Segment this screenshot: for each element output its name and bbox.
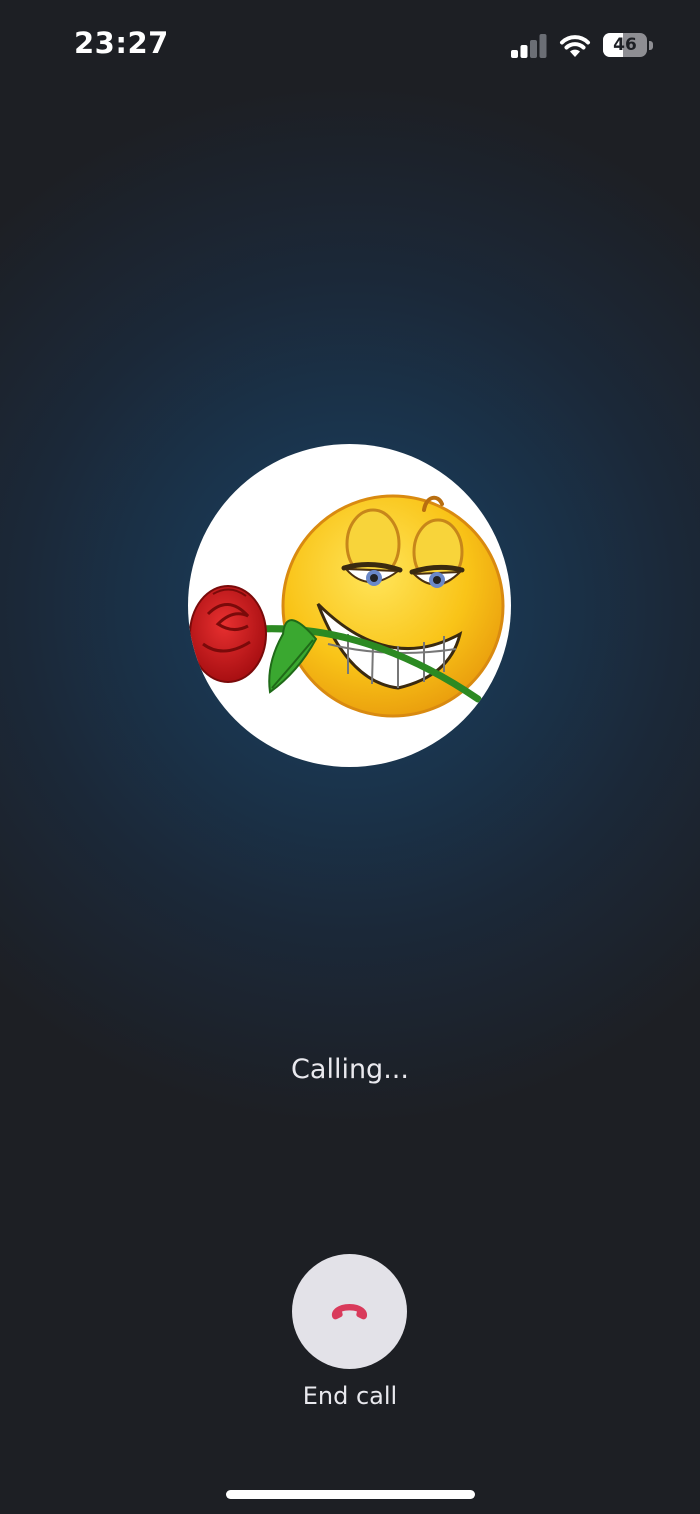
signal-bar-2 <box>520 45 528 58</box>
home-indicator[interactable] <box>226 1490 475 1499</box>
status-bar: 23:27 46 <box>0 0 700 90</box>
end-call-label: End call <box>302 1382 398 1410</box>
rose <box>189 585 267 683</box>
status-time: 23:27 <box>74 26 169 60</box>
signal-bar-4 <box>539 34 547 58</box>
battery-cap <box>649 41 653 50</box>
battery-body: 46 <box>603 33 647 57</box>
call-screen: 23:27 46 Calling... End call <box>0 0 700 1514</box>
end-call-button[interactable] <box>292 1254 407 1369</box>
battery-icon: 46 <box>603 33 653 59</box>
wifi-icon <box>560 35 590 57</box>
signal-bar-1 <box>511 50 518 58</box>
battery-level: 46 <box>613 35 637 55</box>
call-status-text: Calling... <box>291 1054 409 1085</box>
hang-up-phone-icon <box>331 1304 368 1320</box>
cellular-signal-icon <box>511 34 547 58</box>
contact-avatar <box>188 444 511 767</box>
signal-bar-3 <box>530 40 537 58</box>
smiley-with-rose-avatar <box>189 494 505 718</box>
